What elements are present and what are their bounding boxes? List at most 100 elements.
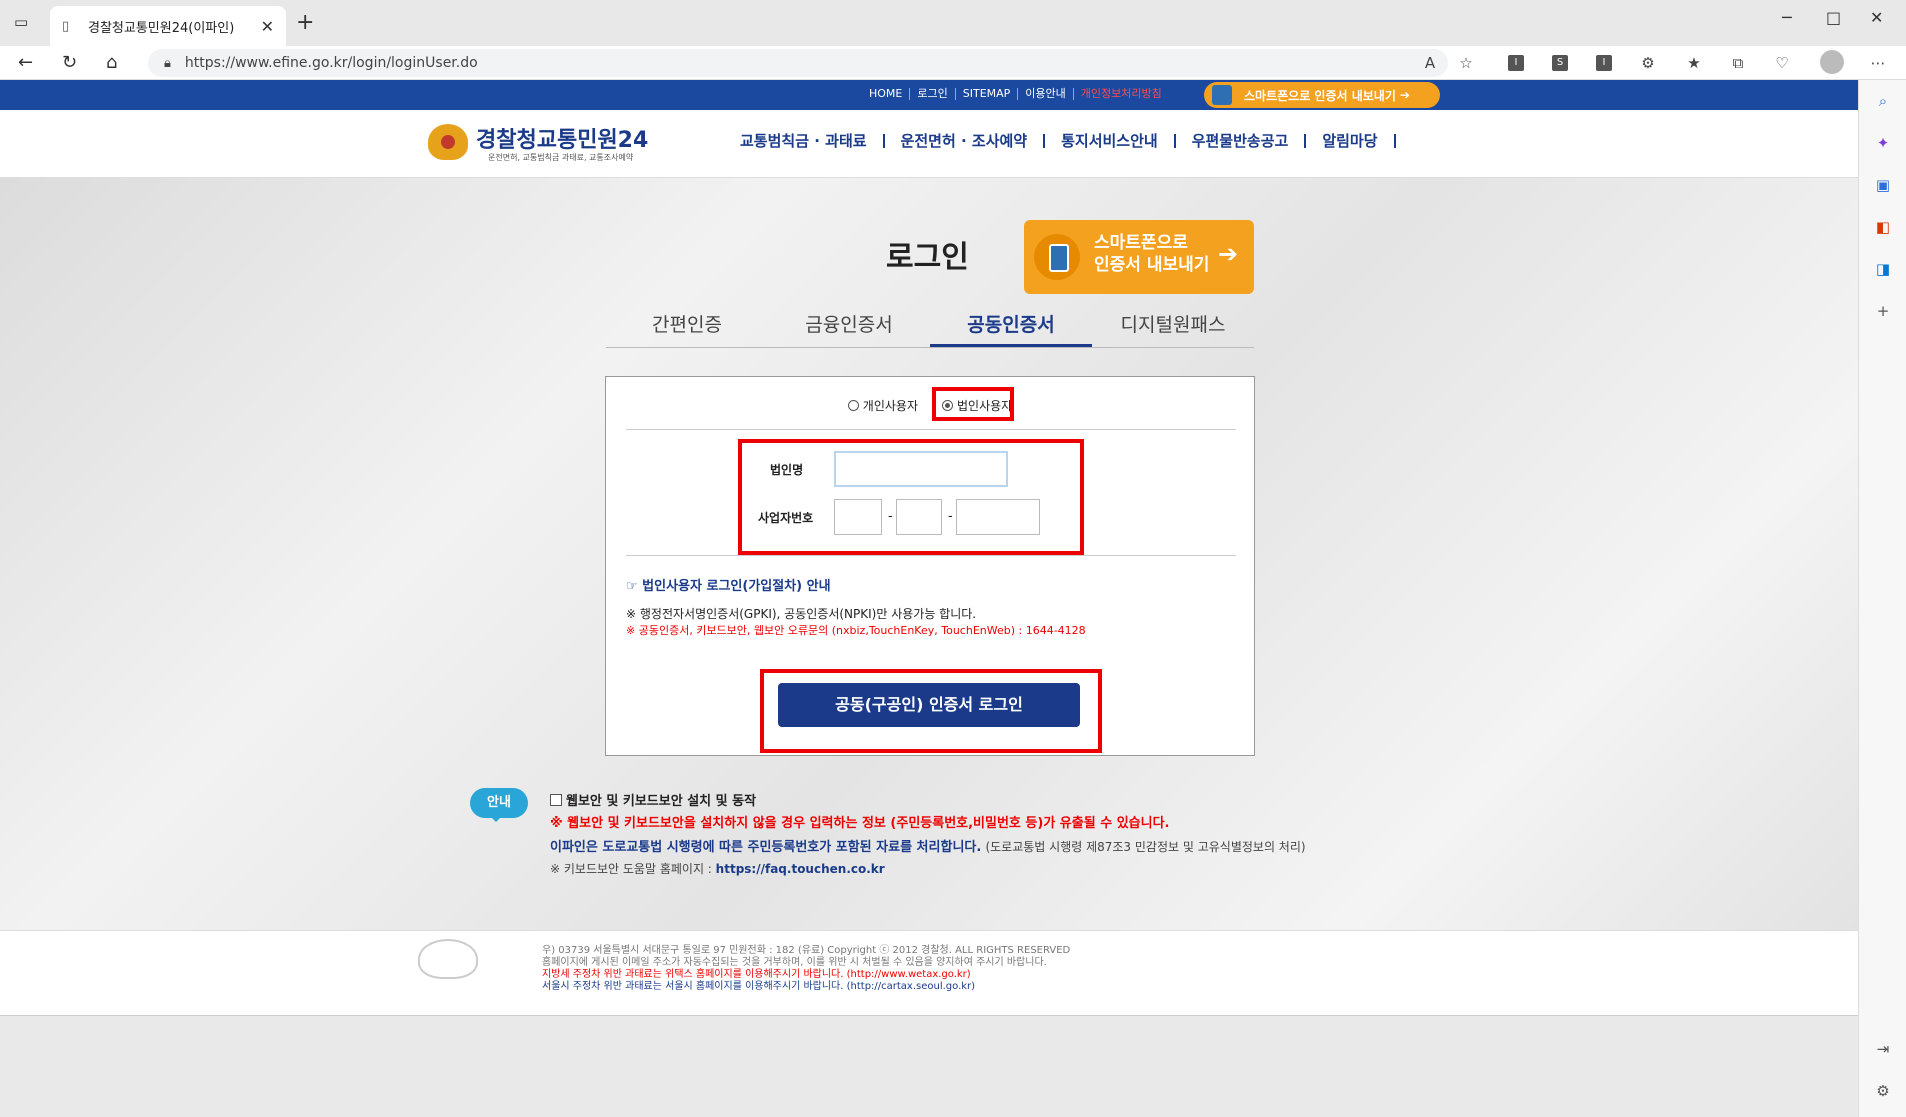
close-tab-icon[interactable]: ✕ [261, 17, 274, 36]
settings-icon[interactable]: ⚙ [1873, 1082, 1893, 1102]
phone-export-label: 스마트폰으로 인증서 내보내기 [1244, 88, 1396, 103]
divider [626, 555, 1236, 556]
more-menu-icon[interactable]: ⋯ [1868, 54, 1888, 72]
phone-icon [1034, 234, 1080, 280]
dash: - [888, 509, 893, 524]
highlight-corporate-radio [932, 387, 1014, 421]
extension-icon[interactable]: I [1508, 55, 1524, 71]
url-field[interactable]: 🔒︎ https://www.efine.go.kr/login/loginUs… [148, 49, 1448, 77]
help-url-link[interactable]: https://faq.touchen.co.kr [716, 862, 885, 876]
cert-export-banner-button[interactable]: 스마트폰으로 인증서 내보내기 ➔ [1024, 220, 1254, 294]
refresh-icon[interactable]: ↻ [62, 52, 77, 73]
guide-link[interactable]: 이용안내 [1018, 88, 1074, 100]
add-icon[interactable]: + [1873, 302, 1893, 322]
rrn-notice-sub: (도로교통법 시행령 제87조3 민감정보 및 고유식별정보의 처리) [985, 840, 1306, 854]
performance-icon[interactable]: ♡ [1772, 54, 1792, 72]
main-nav: 교통범칙금 · 과태료 운전면허 · 조사예약 통지서비스안내 우편물반송공고 … [724, 134, 1396, 149]
site-header: 경찰청교통민원24 운전면허, 교통범칙금 과태료, 교통조사예약 교통범칙금 … [0, 110, 1858, 178]
nav-fines[interactable]: 교통범칙금 · 과태료 [724, 134, 885, 149]
corp-name-input[interactable] [834, 451, 1008, 487]
page-title: 로그인 [886, 240, 969, 275]
url-text: https://www.efine.go.kr/login/loginUser.… [184, 55, 478, 71]
site-footer: 우) 03739 서울특별시 서대문구 통일로 97 민원전화 : 182 (유… [0, 930, 1858, 1016]
copilot-icon[interactable]: ✦ [1873, 134, 1893, 154]
cert-login-button[interactable]: 공동(구공인) 인증서 로그인 [778, 683, 1080, 727]
site-logo[interactable]: 경찰청교통민원24 운전면허, 교통범칙금 과태료, 교통조사예약 [428, 120, 658, 168]
utility-bar: HOME 로그인 SITEMAP 이용안내 개인정보처리방침 스마트폰으로 인증… [0, 80, 1858, 110]
arrow-right-icon: ➔ [1218, 240, 1239, 268]
keyboard-help: ※ 키보드보안 도움말 홈페이지 : https://faq.touchen.c… [550, 860, 885, 877]
dash: - [948, 509, 953, 524]
extension-s-icon[interactable]: S [1552, 55, 1568, 71]
arrow-right-icon: ➔ [1399, 88, 1410, 102]
corp-name-label: 법인명 [770, 463, 804, 477]
tools-icon[interactable]: ▣ [1873, 176, 1893, 196]
extensions-icon[interactable]: ⚙ [1638, 54, 1658, 72]
profile-avatar[interactable] [1820, 50, 1844, 74]
tab-financial-cert[interactable]: 금융인증서 [768, 304, 930, 347]
help-prefix: ※ 키보드보안 도움말 홈페이지 : [550, 862, 712, 876]
logo-subtitle: 운전면허, 교통범칙금 과태료, 교통조사예약 [488, 153, 634, 162]
radio-personal-input[interactable] [847, 400, 859, 411]
web-page: HOME 로그인 SITEMAP 이용안내 개인정보처리방침 스마트폰으로 인증… [0, 80, 1858, 1117]
favorite-icon[interactable]: ☆ [1456, 54, 1476, 72]
security-warning: ※ 웹보안 및 키보드보안을 설치하지 않을 경우 입력하는 정보 (주민등록번… [550, 816, 1170, 831]
biz-no-part2-input[interactable] [896, 499, 942, 535]
biz-no-part1-input[interactable] [834, 499, 882, 535]
maximize-icon[interactable]: □ [1826, 8, 1841, 27]
collections-icon[interactable]: ⧉ [1728, 54, 1748, 72]
footer-email-notice: 홈페이지에 게시된 이메일 주소가 자동수집되는 것을 거부하며, 이를 위반 … [542, 957, 1047, 968]
tab-joint-cert[interactable]: 공동인증서 [930, 304, 1092, 347]
phone-icon [1212, 85, 1232, 105]
new-tab-icon[interactable]: + [296, 10, 314, 35]
security-install-checkbox[interactable]: 웹보안 및 키보드보안 설치 및 동작 [550, 790, 756, 809]
browser-tabbar: ▭ ▯ 경찰청교통민원24(이파인) ✕ + ─ □ ✕ [0, 0, 1906, 46]
user-type-radios: 개인사용자 법인사용자 [606, 397, 1254, 414]
minimize-icon[interactable]: ─ [1782, 8, 1792, 27]
biz-no-part3-input[interactable] [956, 499, 1040, 535]
address-bar-row: ← ↻ ⌂ 🔒︎ https://www.efine.go.kr/login/l… [0, 46, 1906, 80]
footer-address: 우) 03739 서울특별시 서대문구 통일로 97 민원전화 : 182 (유… [542, 945, 1071, 956]
nav-announcements[interactable]: 알림마당 [1306, 134, 1396, 149]
nav-notice-service[interactable]: 통지서비스안내 [1045, 134, 1176, 149]
tab-title: 경찰청교통민원24(이파인) [88, 20, 235, 36]
radio-personal[interactable]: 개인사용자 [847, 397, 918, 414]
cert-note: ※ 행정전자서명인증서(GPKI), 공동인증서(NPKI)만 사용가능 합니다… [626, 607, 977, 621]
login-link[interactable]: 로그인 [910, 88, 956, 100]
tab-actions-icon[interactable]: ▭ [14, 13, 36, 33]
rrn-notice-bold: 이파인은 도로교통법 시행령에 따른 주민등록번호가 포함된 자료를 처리합니다… [550, 840, 982, 855]
search-icon[interactable]: ⌕ [1873, 92, 1893, 112]
tab-simple-auth[interactable]: 간편인증 [606, 304, 768, 347]
outlook-icon[interactable]: ◨ [1873, 260, 1893, 280]
login-form-box: 개인사용자 법인사용자 법인명 사업자번호 - - ☞ 법인사용자 로그인(가입… [605, 376, 1255, 756]
nav-returned-mail[interactable]: 우편물반송공고 [1176, 134, 1307, 149]
corporate-login-guide-link[interactable]: ☞ 법인사용자 로그인(가입절차) 안내 [626, 575, 831, 594]
checkbox-input[interactable] [550, 793, 562, 806]
banner-line2: 인증서 내보내기 [1094, 255, 1210, 275]
footer-wetax-link[interactable]: 지방세 주정차 위반 과태료는 위택스 홈페이지를 이용해주시기 바랍니다. (… [542, 969, 1070, 981]
sidebar-toggle-icon[interactable]: ⇥ [1873, 1040, 1893, 1060]
banner-line1: 스마트폰으로 [1094, 233, 1188, 253]
sitemap-link[interactable]: SITEMAP [956, 88, 1019, 100]
page-icon: ▯ [62, 18, 70, 34]
footer-seoul-link[interactable]: 서울시 주정차 위반 과태료는 서울시 홈페이지를 이용해주시기 바랍니다. (… [542, 981, 1070, 993]
tab-digital-onepass[interactable]: 디지털원패스 [1092, 304, 1254, 347]
lock-icon[interactable]: 🔒︎ [164, 56, 171, 71]
nav-license[interactable]: 운전면허 · 조사예약 [885, 134, 1046, 149]
phone-export-button[interactable]: 스마트폰으로 인증서 내보내기 ➔ [1204, 82, 1440, 108]
radio-personal-label: 개인사용자 [862, 399, 918, 413]
error-contact-note: ※ 공동인증서, 키보드보안, 웹보안 오류문의 (nxbiz,TouchEnK… [626, 624, 1086, 637]
back-icon[interactable]: ← [18, 52, 33, 73]
read-aloud-icon[interactable]: A [1420, 54, 1440, 72]
office-icon[interactable]: ◧ [1873, 218, 1893, 238]
close-window-icon[interactable]: ✕ [1870, 8, 1883, 27]
home-link[interactable]: HOME [862, 88, 911, 100]
favorites-icon[interactable]: ★ [1684, 54, 1704, 72]
police-emblem-icon [418, 939, 478, 979]
divider [626, 429, 1236, 430]
extension-icon[interactable]: I [1596, 55, 1612, 71]
browser-tab[interactable]: ▯ 경찰청교통민원24(이파인) ✕ [50, 6, 286, 46]
logo-title: 경찰청교통민원24 [476, 128, 649, 153]
privacy-link[interactable]: 개인정보처리방침 [1074, 88, 1169, 100]
home-icon[interactable]: ⌂ [106, 52, 117, 73]
